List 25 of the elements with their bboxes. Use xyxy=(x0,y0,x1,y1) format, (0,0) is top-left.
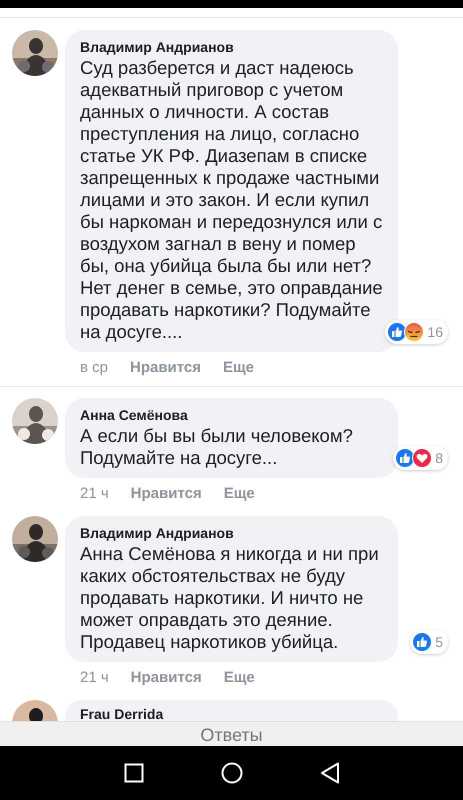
like-link[interactable]: Нравится xyxy=(130,668,202,688)
author-name[interactable]: Frau Derrida xyxy=(80,704,383,721)
more-link[interactable]: Еще xyxy=(224,484,255,504)
reactions-badge[interactable]: 5 xyxy=(410,630,448,654)
author-name[interactable]: Анна Семёнова xyxy=(80,405,383,425)
comment-text: А если бы вы были человеком? Подумайте на досуге... xyxy=(80,425,354,469)
comment-time: 21 ч xyxy=(80,668,109,688)
author-name[interactable]: Владимир Андрианов xyxy=(80,523,383,543)
author-name[interactable]: Владимир Андрианов xyxy=(80,37,383,57)
thumbs-up-icon xyxy=(412,632,432,652)
reactions-badge[interactable]: 8 xyxy=(393,446,448,470)
home-icon[interactable] xyxy=(220,762,242,784)
more-link[interactable]: Еще xyxy=(224,668,255,688)
recent-apps-icon[interactable] xyxy=(124,763,144,783)
more-link[interactable]: Еще xyxy=(223,358,254,378)
comment-time: в ср xyxy=(80,358,108,378)
reactions-badge[interactable]: 16 xyxy=(385,320,448,344)
comment-time: 21 ч xyxy=(80,484,109,504)
replies-bar[interactable]: Ответы xyxy=(0,721,463,746)
like-link[interactable]: Нравится xyxy=(130,358,202,378)
comment-text: Суд разберется и даст надеюсь адекватный приговор с учетом данных о личности. А состав преступления на лицо, согласно статье УК РФ. Диазепам в списке запрещенных к продаже частными лицами и это закон. И если купил бы наркоман и передознулся или с воздухом загнал в вену и помер бы, она убийца была бы или нет? Нет денег в семье, это оправдание продавать наркотики? Подумайте на досуге.... xyxy=(80,57,383,343)
comment-text: Анна Семёнова я никогда и ни при каких обстоятельствах не буду продавать наркотики. И ничто не может оправдать это деяние. Продавец наркотиков убийца. xyxy=(80,543,380,653)
like-link[interactable]: Нравится xyxy=(130,484,202,504)
angry-face-icon xyxy=(404,322,424,342)
back-icon[interactable] xyxy=(320,762,340,784)
